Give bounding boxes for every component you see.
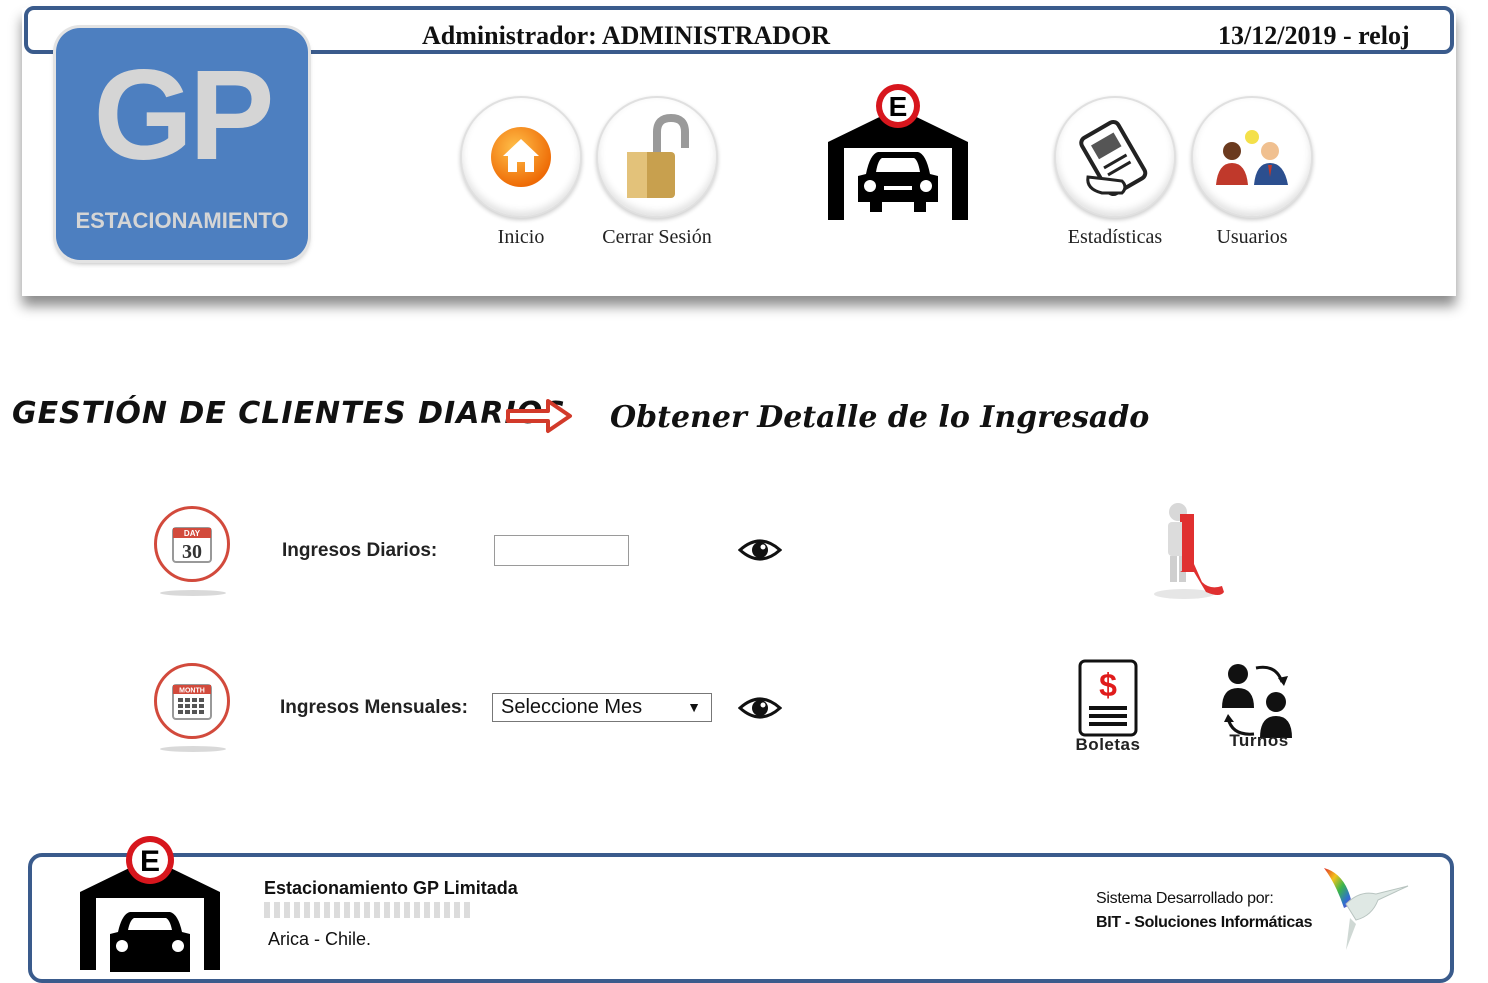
view-daily-eye-icon[interactable] (738, 536, 782, 564)
logo-text: GP (93, 44, 275, 187)
home-icon (460, 96, 582, 218)
calendar-day-shadow (160, 590, 226, 596)
month-select-value: Seleccione Mes (501, 696, 643, 718)
footer-garage-sign-letter: E (140, 845, 160, 878)
calendar-month-shadow (160, 746, 226, 752)
footer-company-name: Estacionamiento GP Limitada (264, 878, 518, 898)
svg-text:$: $ (1099, 667, 1117, 703)
ingresos-diarios-label: Ingresos Diarios: (282, 540, 438, 561)
nav-estadisticas-label: Estadísticas (1067, 226, 1163, 248)
month-select[interactable]: Seleccione Mes ▼ (492, 693, 712, 722)
nav-estadisticas[interactable]: Estadísticas (1050, 96, 1180, 249)
users-icon (1191, 96, 1313, 218)
ticket-icon (1054, 96, 1176, 218)
padlock-icon (596, 96, 718, 218)
shift-change-icon (1222, 664, 1292, 738)
admin-label: Administrador: ADMINISTRADOR (422, 21, 831, 50)
calendar-day-top: DAY (184, 529, 201, 538)
logo-subtitle: ESTACIONAMIENTO (75, 208, 289, 233)
parking-garage-icon: E (828, 84, 968, 220)
footer-developer-label: Sistema Desarrollado por: (1096, 890, 1274, 907)
footer-developer-name: BIT - Soluciones Informáticas (1096, 914, 1313, 931)
arrow-right-icon (506, 399, 572, 433)
nav-cerrar-sesion[interactable]: Cerrar Sesión (592, 96, 722, 249)
calendar-day-number: 30 (182, 541, 202, 563)
ingresos-mensuales-label: Ingresos Mensuales: (280, 697, 468, 718)
calendar-day-icon: DAY 30 (154, 506, 230, 582)
garage-sign-letter: E (889, 91, 908, 122)
footer-city: Arica - Chile. (268, 929, 372, 949)
boletas-label: Boletas (1075, 735, 1141, 754)
calendar-month-icon: MONTH (154, 663, 230, 739)
boletas-button[interactable]: $ Boletas (1072, 658, 1144, 755)
page-subtitle: Obtener Detalle de lo Ingresado (610, 400, 1150, 435)
calendar-month-top: MONTH (179, 688, 205, 695)
receipt-icon: $ (1078, 659, 1138, 737)
view-monthly-eye-icon[interactable] (738, 694, 782, 722)
turnos-button[interactable]: Turnos (1216, 660, 1302, 751)
dropdown-arrow-icon: ▼ (687, 699, 701, 715)
nav-inicio[interactable]: Inicio (456, 96, 586, 249)
nav-inicio-label: Inicio (497, 226, 545, 248)
footer-address-blurred (264, 902, 474, 918)
footer-garage-icon: E (80, 836, 220, 972)
hummingbird-logo-icon (1324, 868, 1409, 950)
date-clock: 13/12/2019 - reloj (1218, 21, 1410, 50)
nav-cerrar-sesion-label: Cerrar Sesión (602, 226, 712, 248)
ingresos-diarios-input[interactable] (494, 535, 629, 566)
info-person-icon (1154, 503, 1224, 599)
nav-usuarios[interactable]: Usuarios (1187, 96, 1317, 249)
gp-logo[interactable]: GP ESTACIONAMIENTO (56, 28, 308, 260)
page-title: GESTIÓN DE CLIENTES DIARIOS (12, 396, 566, 431)
nav-usuarios-label: Usuarios (1216, 226, 1288, 248)
